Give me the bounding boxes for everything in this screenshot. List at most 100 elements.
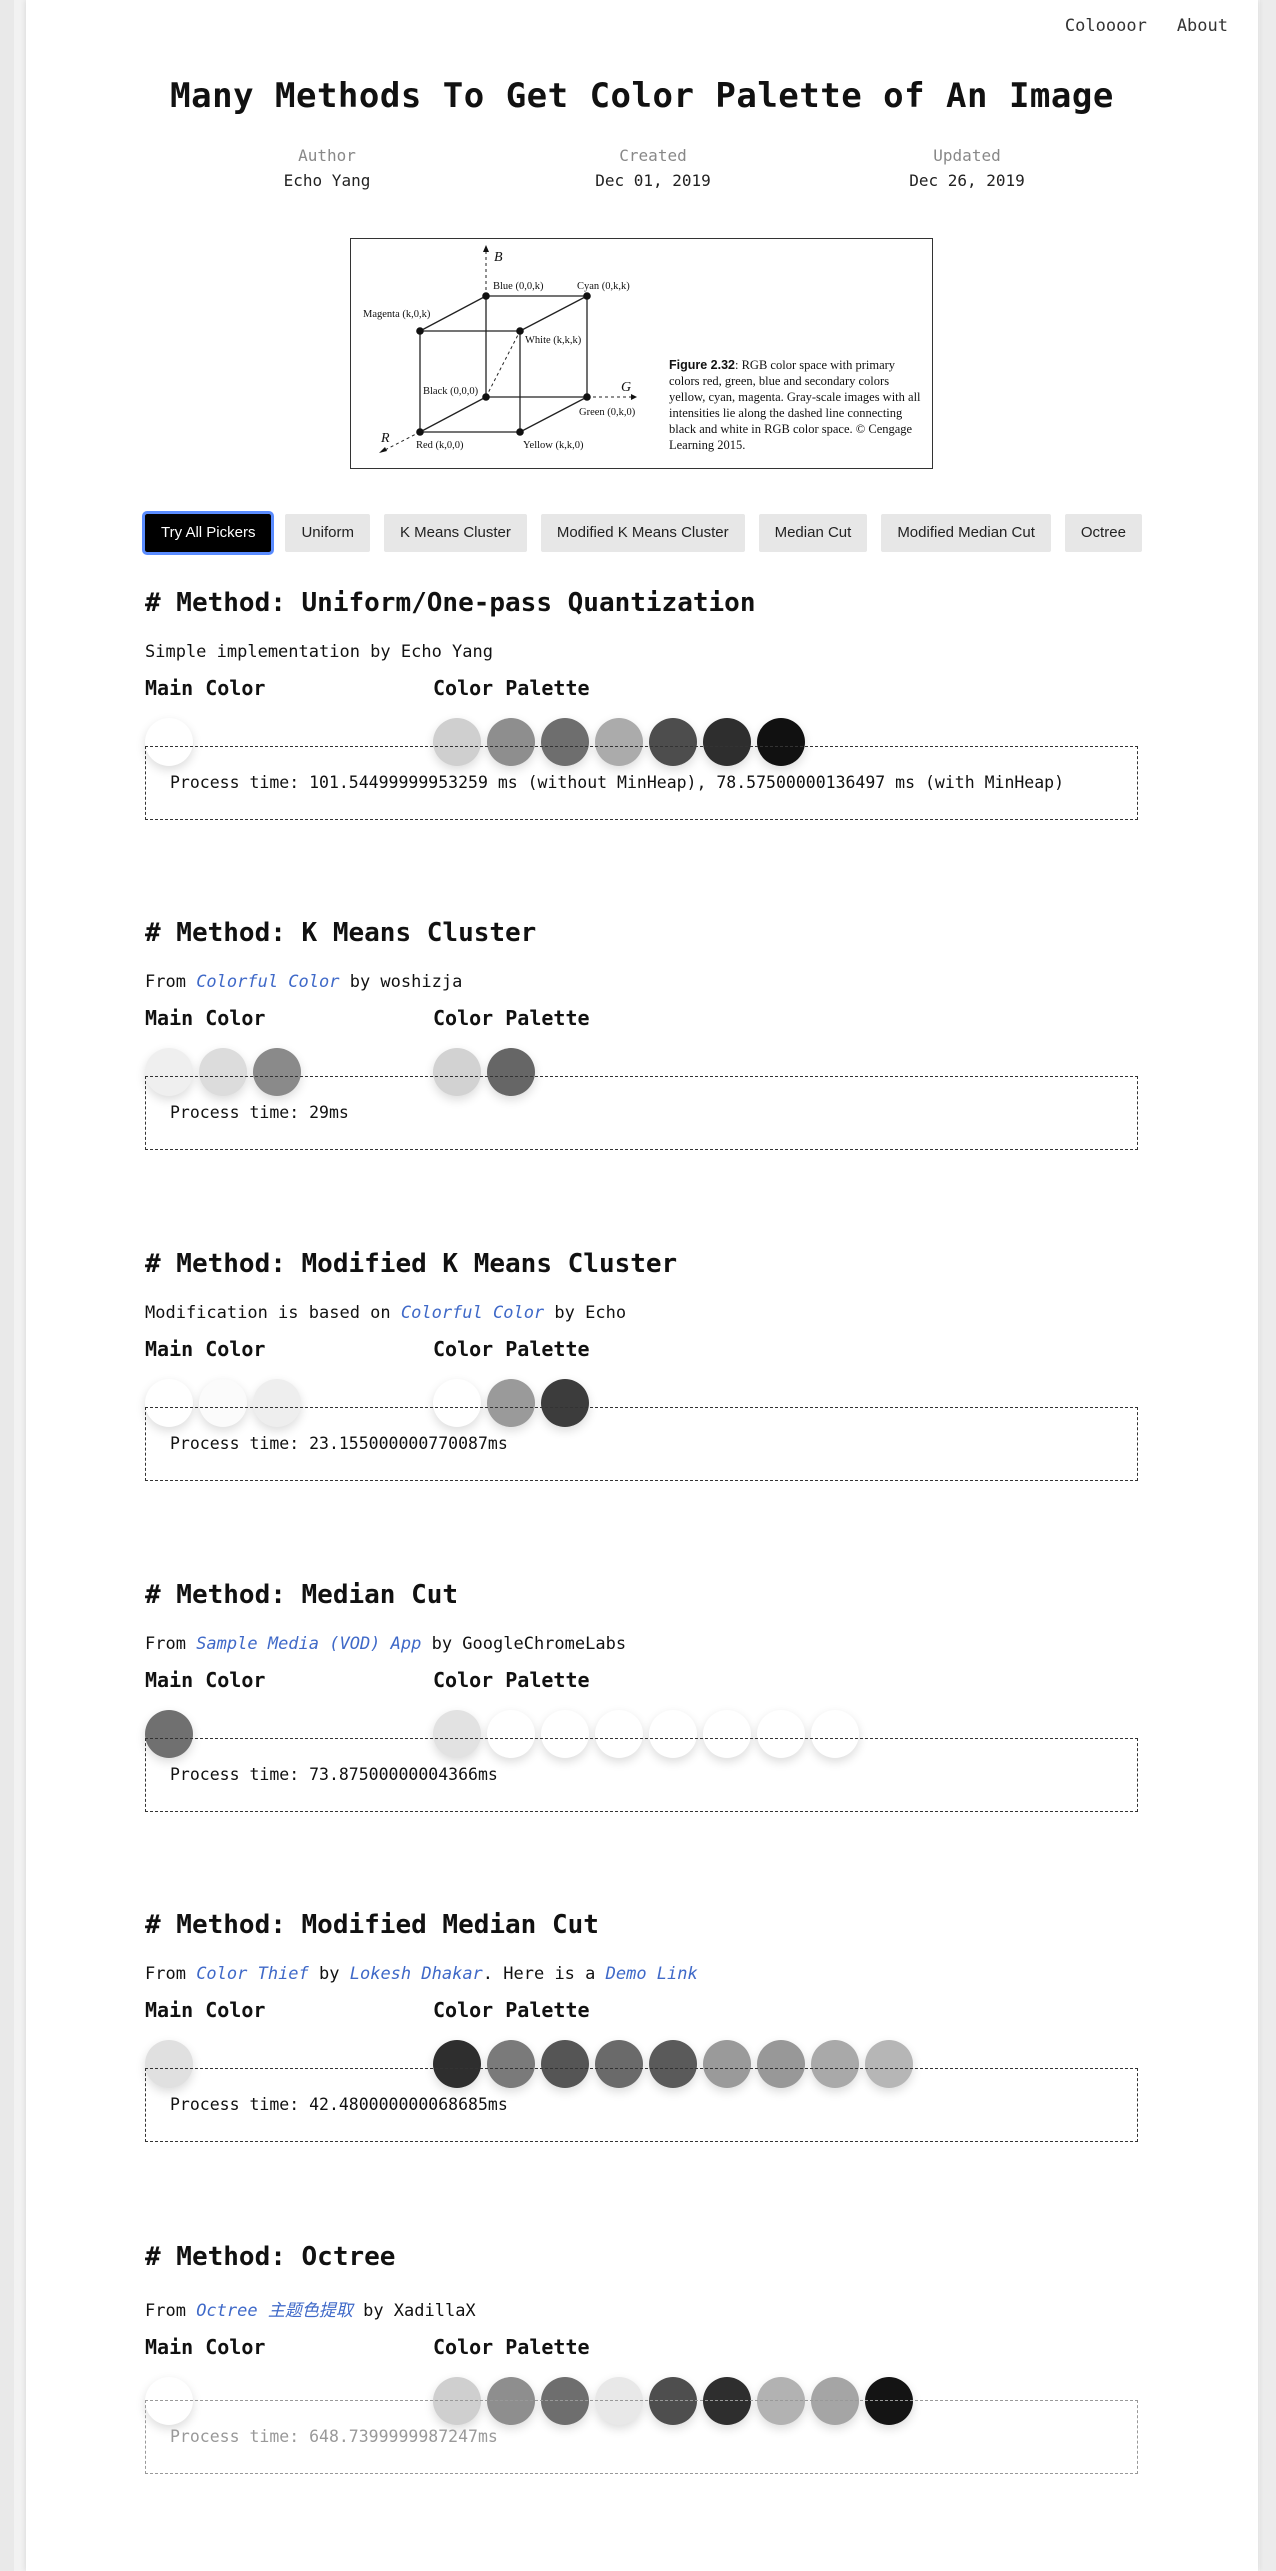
figure-caption-text: : RGB color space with primary colors re… bbox=[669, 358, 921, 452]
color-labels: Main Color Color Palette bbox=[145, 2335, 1138, 2365]
method-uniform: # Method: Uniform/One-pass Quantization … bbox=[145, 588, 1138, 820]
color-palette-label: Color Palette bbox=[433, 1998, 590, 2022]
method-title: # Method: Uniform/One-pass Quantization bbox=[145, 588, 756, 618]
color-labels: Main Color Color Palette bbox=[145, 676, 1138, 706]
source-text: by Echo bbox=[544, 1303, 627, 1323]
source-prefix: From bbox=[145, 1964, 197, 1984]
meta-author: Author Echo Yang bbox=[197, 146, 457, 190]
process-time-box: Process time: 101.54499999953259 ms (wit… bbox=[145, 746, 1138, 820]
color-palette-label: Color Palette bbox=[433, 1006, 590, 1030]
method-title: # Method: Modified Median Cut bbox=[145, 1910, 599, 1940]
label-cyan: Cyan (0,k,k) bbox=[577, 281, 630, 292]
color-labels: Main Color Color Palette bbox=[145, 1998, 1138, 2028]
main-color-label: Main Color bbox=[145, 1998, 266, 2022]
label-green: Green (0,k,0) bbox=[579, 407, 636, 418]
source-text: by woshizja bbox=[339, 972, 463, 992]
tab-uniform[interactable]: Uniform bbox=[285, 514, 370, 552]
source-link-3[interactable]: Demo Link bbox=[606, 1964, 698, 1984]
meta-updated: Updated Dec 26, 2019 bbox=[837, 146, 1097, 190]
color-palette-label: Color Palette bbox=[433, 1337, 590, 1361]
method-median-cut: # Method: Median Cut From Sample Media (… bbox=[145, 1580, 1138, 1812]
figure-caption-title: Figure 2.32 bbox=[669, 358, 735, 372]
meta-updated-value: Dec 26, 2019 bbox=[909, 171, 1025, 190]
source-text: by XadillaX bbox=[352, 2301, 476, 2321]
process-time-box: Process time: 23.155000000770087ms bbox=[145, 1407, 1138, 1481]
main-color-label: Main Color bbox=[145, 1337, 266, 1361]
method-octree: # Method: Octree From Octree 主题色提取 by Xa… bbox=[145, 2242, 1138, 2474]
source-text: by GoogleChromeLabs bbox=[421, 1634, 627, 1654]
tab-modified-median-cut[interactable]: Modified Median Cut bbox=[881, 514, 1051, 552]
source-prefix: From bbox=[145, 2301, 197, 2321]
main-color-label: Main Color bbox=[145, 1006, 266, 1030]
source-prefix: From bbox=[145, 972, 197, 992]
method-modified-k-means: # Method: Modified K Means Cluster Modif… bbox=[145, 1249, 1138, 1481]
label-black: Black (0,0,0) bbox=[423, 386, 479, 397]
color-labels: Main Color Color Palette bbox=[145, 1668, 1138, 1698]
label-yellow: Yellow (k,k,0) bbox=[523, 440, 584, 451]
method-source: From Sample Media (VOD) App by GoogleChr… bbox=[145, 1634, 1138, 1654]
process-time-box: Process time: 42.480000000068685ms bbox=[145, 2068, 1138, 2142]
method-source: Simple implementation by Echo Yang bbox=[145, 642, 1138, 662]
post-meta: Author Echo Yang Created Dec 01, 2019 Up… bbox=[26, 146, 1258, 196]
figure-caption: Figure 2.32: RGB color space with primar… bbox=[669, 357, 921, 453]
nav-link-about[interactable]: About bbox=[1177, 16, 1228, 36]
picker-tabs: Try All Pickers Uniform K Means Cluster … bbox=[141, 511, 1142, 555]
meta-created: Created Dec 01, 2019 bbox=[523, 146, 783, 190]
source-link[interactable]: Color Thief bbox=[196, 1964, 309, 1984]
source-link[interactable]: Colorful Color bbox=[401, 1303, 544, 1323]
main-color-label: Main Color bbox=[145, 676, 266, 700]
meta-author-value: Echo Yang bbox=[283, 171, 371, 190]
source-link[interactable]: Octree 主题色提取 bbox=[196, 2301, 353, 2321]
background-strip-right bbox=[1260, 0, 1276, 2571]
meta-author-label: Author bbox=[298, 146, 356, 165]
source-prefix: Simple implementation by Echo Yang bbox=[145, 642, 493, 662]
main-color-label: Main Color bbox=[145, 2335, 266, 2359]
process-time-box: Process time: 73.87500000004366ms bbox=[145, 1738, 1138, 1812]
method-source: From Octree 主题色提取 by XadillaX bbox=[145, 2296, 1138, 2321]
source-link[interactable]: Colorful Color bbox=[196, 972, 339, 992]
color-palette-label: Color Palette bbox=[433, 1668, 590, 1692]
tab-modified-k-means-cluster[interactable]: Modified K Means Cluster bbox=[540, 514, 745, 552]
method-title: # Method: K Means Cluster bbox=[145, 918, 537, 948]
meta-created-label: Created bbox=[619, 146, 687, 165]
top-nav: Coloooor About bbox=[1065, 16, 1228, 36]
method-source: Modification is based on Colorful Color … bbox=[145, 1303, 1138, 1323]
color-labels: Main Color Color Palette bbox=[145, 1337, 1138, 1367]
source-text: by bbox=[308, 1964, 350, 1984]
method-k-means: # Method: K Means Cluster From Colorful … bbox=[145, 918, 1138, 1150]
source-link-2[interactable]: Lokesh Dhakar bbox=[350, 1964, 483, 1984]
source-prefix: Modification is based on bbox=[145, 1303, 401, 1323]
process-time-box: Process time: 648.7399999987247ms bbox=[145, 2400, 1138, 2474]
rgb-cube-figure: B G R Blue (0,0,k) Cyan (0,k,k) Magenta … bbox=[350, 238, 933, 469]
page-title: Many Methods To Get Color Palette of An … bbox=[170, 76, 1114, 116]
label-white: White (k,k,k) bbox=[525, 335, 582, 346]
method-modified-median-cut: # Method: Modified Median Cut From Color… bbox=[145, 1910, 1138, 2142]
label-red: Red (k,0,0) bbox=[416, 440, 464, 451]
source-link[interactable]: Sample Media (VOD) App bbox=[196, 1634, 421, 1654]
process-time-box: Process time: 29ms bbox=[145, 1076, 1138, 1150]
method-source: From Colorful Color by woshizja bbox=[145, 972, 1138, 992]
background-strip-left bbox=[0, 0, 14, 2571]
meta-created-value: Dec 01, 2019 bbox=[595, 171, 711, 190]
label-magenta: Magenta (k,0,k) bbox=[363, 309, 431, 320]
tab-try-all-pickers[interactable]: Try All Pickers bbox=[141, 511, 275, 555]
color-palette-label: Color Palette bbox=[433, 676, 590, 700]
color-labels: Main Color Color Palette bbox=[145, 1006, 1138, 1036]
tab-k-means-cluster[interactable]: K Means Cluster bbox=[383, 514, 527, 552]
tab-octree[interactable]: Octree bbox=[1064, 514, 1142, 552]
method-title: # Method: Modified K Means Cluster bbox=[145, 1249, 678, 1279]
method-title: # Method: Median Cut bbox=[145, 1580, 459, 1610]
axis-g-label: G bbox=[621, 380, 631, 395]
meta-updated-label: Updated bbox=[933, 146, 1001, 165]
method-title: # Method: Octree bbox=[145, 2242, 396, 2272]
source-text-2: . Here is a bbox=[482, 1964, 606, 1984]
axis-b-label: B bbox=[494, 250, 503, 265]
main-color-label: Main Color bbox=[145, 1668, 266, 1692]
color-palette-label: Color Palette bbox=[433, 2335, 590, 2359]
tab-median-cut[interactable]: Median Cut bbox=[758, 514, 868, 552]
page-container: Coloooor About Many Methods To Get Color… bbox=[26, 0, 1258, 2571]
nav-link-coloooor[interactable]: Coloooor bbox=[1065, 16, 1147, 36]
axis-r-label: R bbox=[380, 431, 390, 446]
source-prefix: From bbox=[145, 1634, 197, 1654]
method-source: From Color Thief by Lokesh Dhakar. Here … bbox=[145, 1964, 1138, 1984]
